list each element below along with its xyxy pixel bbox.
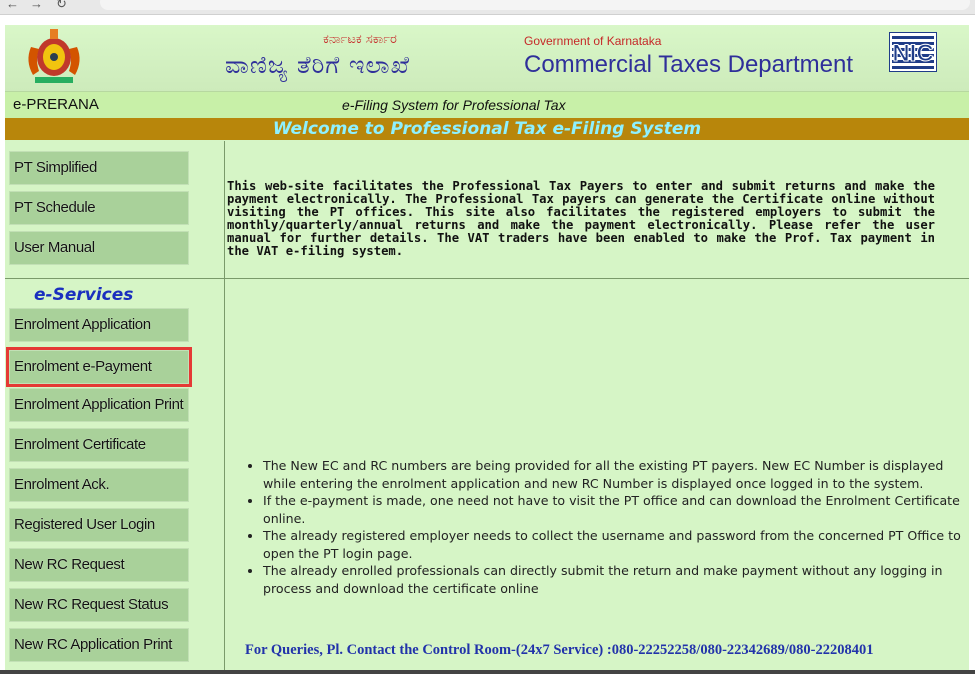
new-rc-request-status-link[interactable]: New RC Request Status bbox=[9, 588, 189, 622]
list-item: The already enrolled professionals can d… bbox=[263, 562, 969, 597]
intro-paragraph: This web-site facilitates the Profession… bbox=[227, 179, 935, 258]
list-item: The New EC and RC numbers are being prov… bbox=[263, 457, 969, 492]
enrolment-certificate-link[interactable]: Enrolment Certificate bbox=[9, 428, 189, 462]
new-rc-request-link[interactable]: New RC Request bbox=[9, 548, 189, 582]
enrolment-ack-link[interactable]: Enrolment Ack. bbox=[9, 468, 189, 502]
pt-schedule-link[interactable]: PT Schedule bbox=[9, 191, 189, 225]
registered-user-login-link[interactable]: Registered User Login bbox=[9, 508, 189, 542]
pt-simplified-link[interactable]: PT Simplified bbox=[9, 151, 189, 185]
page-frame: ಕರ್ನಾಟಕ ಸರ್ಕಾರ ವಾಣಿಜ್ಯ ತೆರಿಗೆ ಇಲಾಖೆ Gove… bbox=[5, 25, 969, 674]
new-rc-application-print-link[interactable]: New RC Application Print bbox=[9, 628, 189, 662]
enrolment-application-print-link[interactable]: Enrolment Application Print bbox=[9, 388, 189, 422]
list-item: If the e-payment is made, one need not h… bbox=[263, 492, 969, 527]
forward-arrow-icon[interactable]: → bbox=[30, 0, 43, 11]
welcome-banner: Welcome to Professional Tax e-Filing Sys… bbox=[5, 118, 969, 140]
list-item: The already registered employer needs to… bbox=[263, 527, 969, 562]
system-subtitle: e-Filing System for Professional Tax bbox=[342, 97, 566, 113]
government-label: Government of Karnataka bbox=[524, 34, 662, 48]
kannada-government-label: ಕರ್ನಾಟಕ ಸರ್ಕಾರ bbox=[323, 32, 397, 47]
control-room-contact: For Queries, Pl. Contact the Control Roo… bbox=[245, 642, 874, 658]
browser-toolbar: ← → ↻ bbox=[0, 0, 975, 15]
eprerana-label: e-PRERANA bbox=[13, 96, 99, 113]
enrolment-application-link[interactable]: Enrolment Application bbox=[9, 308, 189, 342]
karnataka-emblem-icon bbox=[28, 29, 80, 83]
reload-icon[interactable]: ↻ bbox=[56, 0, 67, 12]
site-header: ಕರ್ನಾಟಕ ಸರ್ಕಾರ ವಾಣಿಜ್ಯ ತೆರಿಗೆ ಇಲಾಖೆ Gove… bbox=[5, 25, 969, 91]
menu-divider bbox=[5, 278, 224, 279]
address-bar[interactable] bbox=[100, 0, 970, 10]
sub-header-bar: e-PRERANA e-Filing System for Profession… bbox=[5, 91, 969, 118]
eservices-title: e-Services bbox=[34, 285, 134, 305]
enrolment-epayment-link[interactable]: Enrolment e-Payment bbox=[6, 347, 192, 387]
left-menu-column: PT Simplified PT Schedule User Manual e-… bbox=[5, 141, 225, 674]
user-manual-link[interactable]: User Manual bbox=[9, 231, 189, 265]
nic-logo-text: NIC bbox=[892, 40, 933, 67]
notice-list: The New EC and RC numbers are being prov… bbox=[243, 457, 969, 619]
kannada-department-title: ವಾಣಿಜ್ಯ ತೆರಿಗೆ ಇಲಾಖೆ bbox=[225, 51, 410, 79]
nic-logo-icon: NIC bbox=[889, 32, 937, 72]
department-title: Commercial Taxes Department bbox=[524, 51, 854, 78]
back-arrow-icon[interactable]: ← bbox=[6, 0, 19, 11]
taskbar-strip bbox=[0, 670, 975, 674]
content-divider bbox=[224, 278, 969, 279]
